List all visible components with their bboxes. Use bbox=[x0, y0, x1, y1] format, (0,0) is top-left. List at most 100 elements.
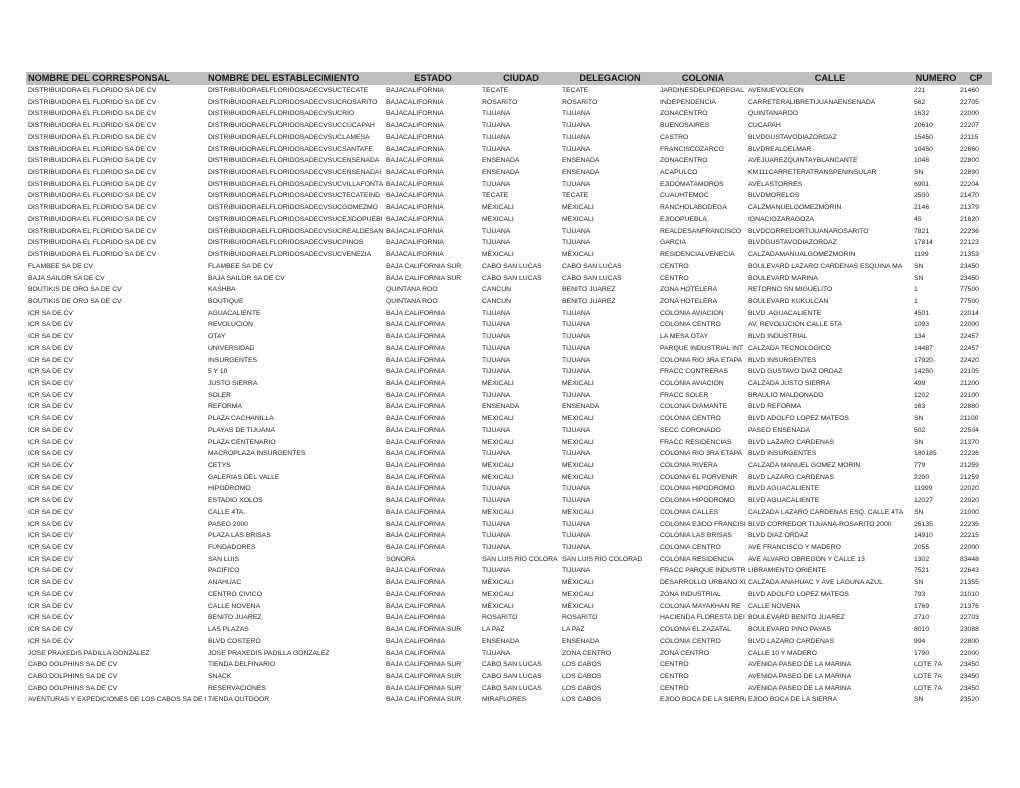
cell-estado[interactable]: BAJA CALIFORNIA bbox=[384, 507, 480, 519]
cell-colonia[interactable]: COLONIA RESIDENCIA bbox=[658, 554, 746, 566]
cell-nombre-corresponsal[interactable]: ICR SA DE CV bbox=[26, 390, 206, 402]
cell-estado[interactable]: BAJA CALIFORNIA SUR bbox=[384, 683, 480, 695]
header-ciudad[interactable]: CIUDAD bbox=[480, 72, 560, 85]
cell-numero[interactable]: 2055 bbox=[912, 542, 958, 554]
cell-calle[interactable]: BLVD INSURGENTES bbox=[746, 448, 912, 460]
cell-colonia[interactable]: COLONIA DIAMANTE bbox=[658, 401, 746, 413]
header-delegacion[interactable]: DELEGACION bbox=[560, 72, 658, 85]
header-numero[interactable]: NUMERO bbox=[912, 72, 958, 85]
cell-numero[interactable]: SN bbox=[912, 694, 958, 706]
cell-nombre-corresponsal[interactable]: ICR SA DE CV bbox=[26, 507, 206, 519]
cell-estado[interactable]: QUINTANA ROO bbox=[384, 284, 480, 296]
cell-numero[interactable]: 45 bbox=[912, 214, 958, 226]
cell-delegacion[interactable]: MEXICALI bbox=[560, 601, 658, 613]
cell-calle[interactable]: RETORNO SN MIGUELITO bbox=[746, 284, 912, 296]
header-colonia[interactable]: COLONIA bbox=[658, 72, 746, 85]
cell-numero[interactable]: 11999 bbox=[912, 483, 958, 495]
cell-ciudad[interactable]: TIJUANA bbox=[480, 108, 560, 120]
cell-cp[interactable]: 22660 bbox=[958, 144, 992, 156]
cell-nombre-establecimiento[interactable]: KASHBA bbox=[206, 284, 384, 296]
cell-nombre-establecimiento[interactable]: SOLER bbox=[206, 390, 384, 402]
cell-colonia[interactable]: REALDESANFRANCISCO bbox=[658, 226, 746, 238]
cell-colonia[interactable]: CENTRO bbox=[658, 273, 746, 285]
cell-nombre-corresponsal[interactable]: CABO DOLPHINS SA DE CV bbox=[26, 671, 206, 683]
cell-cp[interactable]: 21000 bbox=[958, 507, 992, 519]
cell-numero[interactable]: 1 bbox=[912, 296, 958, 308]
cell-nombre-establecimiento[interactable]: PLAZA LAS BRISAS bbox=[206, 530, 384, 542]
cell-nombre-corresponsal[interactable]: ICR SA DE CV bbox=[26, 519, 206, 531]
cell-estado[interactable]: BAJA CALIFORNIA bbox=[384, 472, 480, 484]
cell-estado[interactable]: BAJACALIFORNIA bbox=[384, 97, 480, 109]
cell-cp[interactable]: 22014 bbox=[958, 308, 992, 320]
cell-estado[interactable]: BAJACALIFORNIA bbox=[384, 202, 480, 214]
cell-estado[interactable]: BAJA CALIFORNIA SUR bbox=[384, 659, 480, 671]
cell-nombre-corresponsal[interactable]: ICR SA DE CV bbox=[26, 460, 206, 472]
cell-nombre-corresponsal[interactable]: DISTRIBUIDORA EL FLORIDO SA DE CV bbox=[26, 155, 206, 167]
cell-numero[interactable]: 14910 bbox=[912, 530, 958, 542]
cell-nombre-establecimiento[interactable]: UNIVERSIDAD bbox=[206, 343, 384, 355]
cell-estado[interactable]: BAJACALIFORNIA bbox=[384, 108, 480, 120]
cell-ciudad[interactable]: TIJUANA bbox=[480, 542, 560, 554]
cell-numero[interactable]: 2710 bbox=[912, 612, 958, 624]
cell-nombre-corresponsal[interactable]: DISTRIBUIDORA EL FLORIDO SA DE CV bbox=[26, 132, 206, 144]
cell-nombre-establecimiento[interactable]: CENTRO CIVICO bbox=[206, 589, 384, 601]
cell-estado[interactable]: BAJA CALIFORNIA bbox=[384, 437, 480, 449]
cell-numero[interactable]: 2146 bbox=[912, 202, 958, 214]
cell-estado[interactable]: BAJA CALIFORNIA bbox=[384, 565, 480, 577]
cell-nombre-corresponsal[interactable]: ICR SA DE CV bbox=[26, 530, 206, 542]
cell-nombre-establecimiento[interactable]: CALLE 4TA. bbox=[206, 507, 384, 519]
cell-nombre-corresponsal[interactable]: DISTRIBUIDORA EL FLORIDO SA DE CV bbox=[26, 214, 206, 226]
cell-numero[interactable]: SN bbox=[912, 273, 958, 285]
cell-colonia[interactable]: COLONIA CENTRO bbox=[658, 636, 746, 648]
cell-cp[interactable]: 22457 bbox=[958, 343, 992, 355]
cell-colonia[interactable]: EJIDOMATAMOROS bbox=[658, 179, 746, 191]
cell-ciudad[interactable]: TIJUANA bbox=[480, 495, 560, 507]
cell-numero[interactable]: SN bbox=[912, 437, 958, 449]
cell-estado[interactable]: BAJA CALIFORNIA SUR bbox=[384, 624, 480, 636]
cell-numero[interactable]: 1199 bbox=[912, 249, 958, 261]
cell-nombre-corresponsal[interactable]: ICR SA DE CV bbox=[26, 343, 206, 355]
cell-colonia[interactable]: COLONIA CALLES bbox=[658, 507, 746, 519]
cell-calle[interactable]: AVENUEVOLEON bbox=[746, 85, 912, 97]
cell-colonia[interactable]: CASTRO bbox=[658, 132, 746, 144]
cell-delegacion[interactable]: TIJUANA bbox=[560, 308, 658, 320]
cell-delegacion[interactable]: ROSARITO bbox=[560, 97, 658, 109]
cell-calle[interactable]: BLVD INSURGENTES bbox=[746, 355, 912, 367]
cell-nombre-corresponsal[interactable]: BOUTIKIS DE ORO SA DE CV bbox=[26, 296, 206, 308]
cell-nombre-corresponsal[interactable]: ICR SA DE CV bbox=[26, 636, 206, 648]
cell-calle[interactable]: BLVD ADOLFO LOPEZ MATEOS bbox=[746, 589, 912, 601]
cell-numero[interactable]: 14487 bbox=[912, 343, 958, 355]
cell-ciudad[interactable]: TIJUANA bbox=[480, 530, 560, 542]
cell-colonia[interactable]: RESIDENCIALVENECIA bbox=[658, 249, 746, 261]
cell-ciudad[interactable]: TIJUANA bbox=[480, 331, 560, 343]
cell-calle[interactable]: PASEO ENSENADA bbox=[746, 425, 912, 437]
cell-cp[interactable]: 23088 bbox=[958, 624, 992, 636]
cell-calle[interactable]: AVE ALVARO OBREGON Y CALLE 13 bbox=[746, 554, 912, 566]
cell-estado[interactable]: BAJA CALIFORNIA bbox=[384, 355, 480, 367]
cell-estado[interactable]: BAJA CALIFORNIA bbox=[384, 636, 480, 648]
cell-delegacion[interactable]: MEXICALI bbox=[560, 249, 658, 261]
cell-ciudad[interactable]: TIJUANA bbox=[480, 425, 560, 437]
cell-calle[interactable]: CALZADA LAZARO CARDENAS ESQ. CALLE 4TA bbox=[746, 507, 912, 519]
cell-calle[interactable]: BOULEVARD BENITO JUAREZ bbox=[746, 612, 912, 624]
cell-nombre-corresponsal[interactable]: ICR SA DE CV bbox=[26, 495, 206, 507]
cell-nombre-corresponsal[interactable]: DISTRIBUIDORA EL FLORIDO SA DE CV bbox=[26, 167, 206, 179]
cell-calle[interactable]: BLVD LAZARO CARDENAS bbox=[746, 437, 912, 449]
cell-nombre-corresponsal[interactable]: ICR SA DE CV bbox=[26, 624, 206, 636]
cell-nombre-corresponsal[interactable]: FLAMBEE SA DE CV bbox=[26, 261, 206, 273]
cell-ciudad[interactable]: MEXICALI bbox=[480, 460, 560, 472]
cell-cp[interactable]: 22226 bbox=[958, 448, 992, 460]
cell-delegacion[interactable]: LOS CABOS bbox=[560, 683, 658, 695]
cell-cp[interactable]: 77500 bbox=[958, 284, 992, 296]
cell-nombre-establecimiento[interactable]: DISTRIBUIDORAELFLORIDOSADECVSUCSANTAFE bbox=[206, 144, 384, 156]
cell-nombre-corresponsal[interactable]: ICR SA DE CV bbox=[26, 542, 206, 554]
cell-numero[interactable]: 17920 bbox=[912, 355, 958, 367]
cell-cp[interactable]: 22204 bbox=[958, 179, 992, 191]
cell-nombre-corresponsal[interactable]: JOSE PRAXEDIS PADILLA GONZALEZ bbox=[26, 648, 206, 660]
cell-numero[interactable]: 15450 bbox=[912, 132, 958, 144]
cell-delegacion[interactable]: TIJUANA bbox=[560, 495, 658, 507]
cell-colonia[interactable]: CUAUHTEMOC bbox=[658, 190, 746, 202]
cell-estado[interactable]: BAJA CALIFORNIA SUR bbox=[384, 273, 480, 285]
cell-numero[interactable]: 1 bbox=[912, 284, 958, 296]
cell-nombre-establecimiento[interactable]: DISTRIBUIDORAELFLORIDOSADECVSUCVENEZIA bbox=[206, 249, 384, 261]
